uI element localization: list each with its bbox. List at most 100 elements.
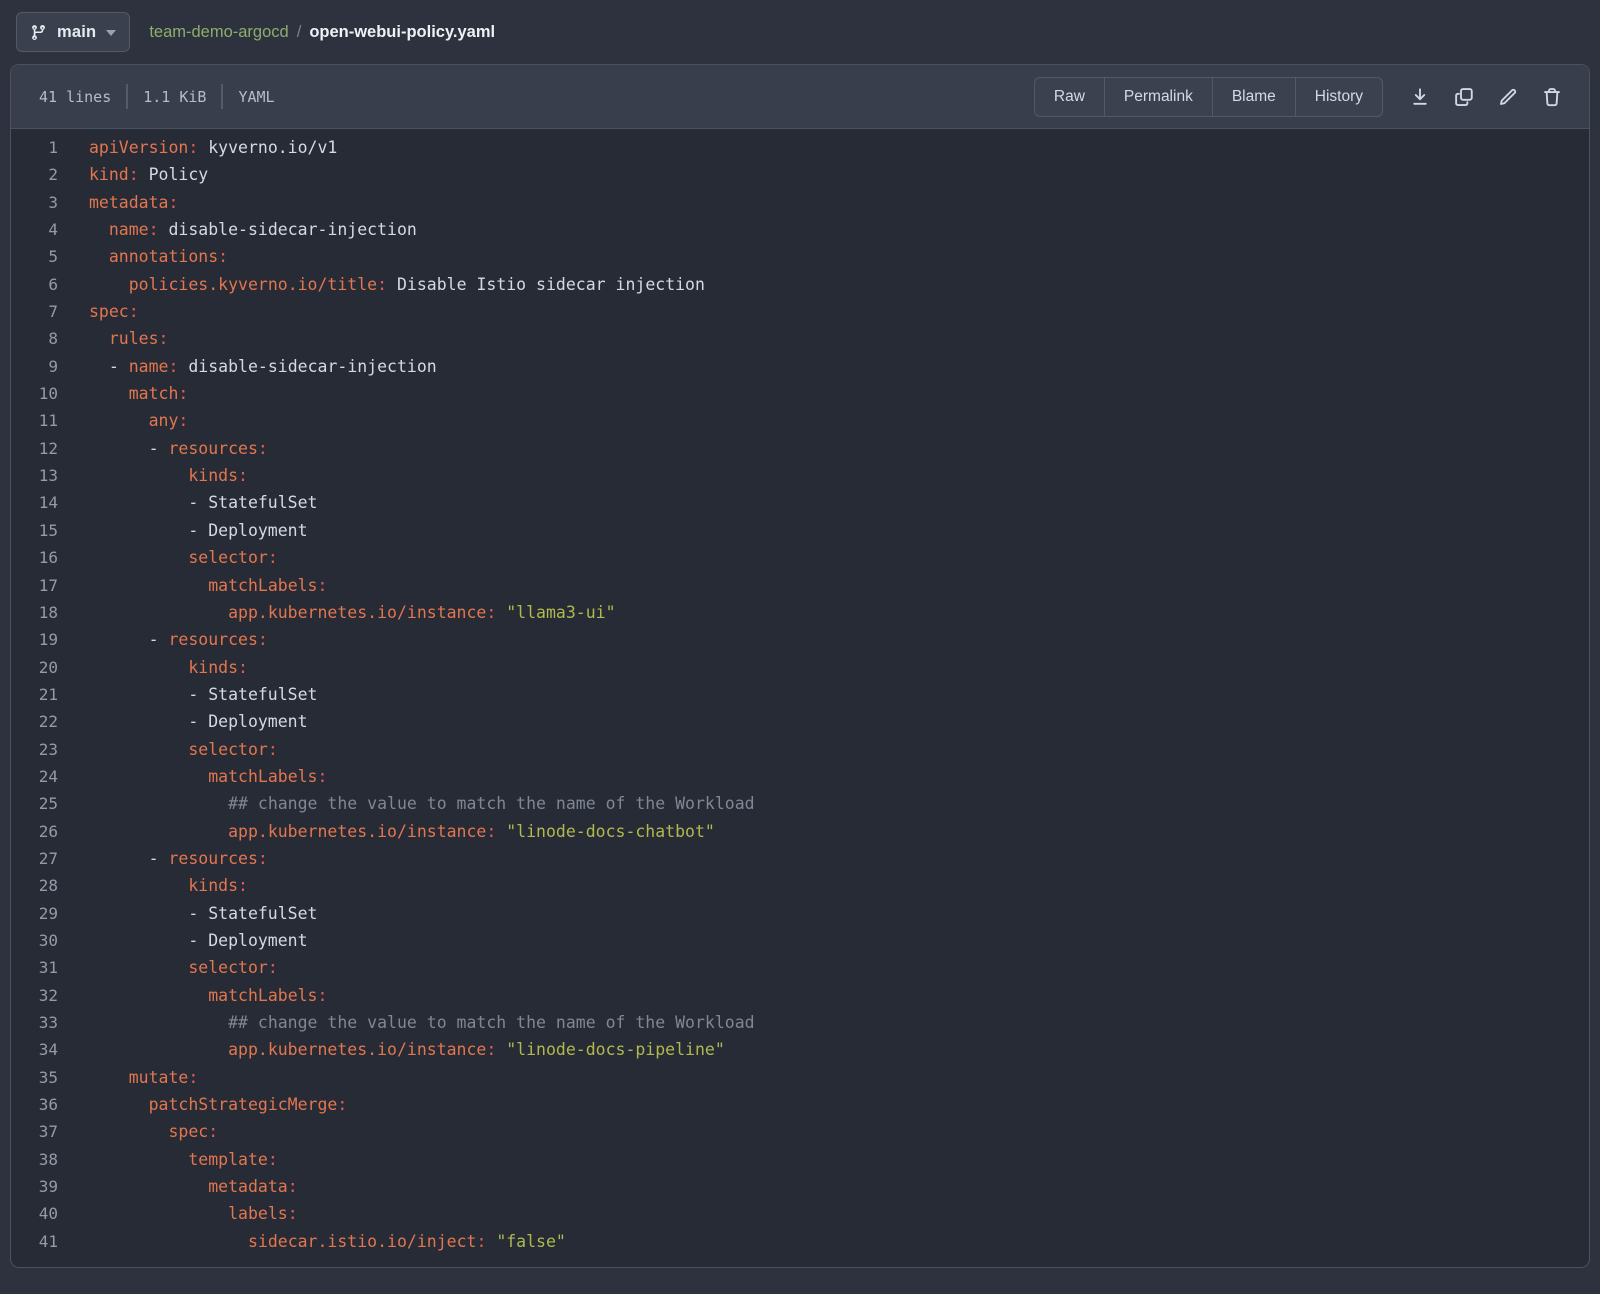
code-text: - Deployment	[58, 927, 308, 954]
history-button[interactable]: History	[1295, 77, 1383, 117]
file-header-bar: 41 lines 1.1 KiB YAML Raw Permalink Blam…	[11, 65, 1589, 129]
code-token-p: - Deployment	[89, 931, 308, 950]
line-number[interactable]: 24	[11, 763, 58, 790]
line-number[interactable]: 11	[11, 407, 58, 434]
line-number[interactable]: 23	[11, 736, 58, 763]
code-token-p	[486, 1232, 496, 1251]
line-number[interactable]: 12	[11, 435, 58, 462]
line-number[interactable]: 1	[11, 134, 58, 161]
line-number[interactable]: 4	[11, 216, 58, 243]
branch-selector-button[interactable]: main	[16, 12, 130, 52]
breadcrumb: team-demo-argocd / open-webui-policy.yam…	[149, 23, 495, 42]
delete-icon[interactable]	[1533, 78, 1571, 116]
code-line: 4 name: disable-sidecar-injection	[11, 216, 1589, 243]
code-token-k: policies.kyverno.io/title	[129, 275, 377, 294]
code-text: matchLabels:	[58, 572, 327, 599]
code-token-k: resources	[168, 439, 257, 458]
code-token-k: kinds	[188, 466, 238, 485]
permalink-button[interactable]: Permalink	[1104, 77, 1213, 117]
line-number[interactable]: 27	[11, 845, 58, 872]
breadcrumb-repo-link[interactable]: team-demo-argocd	[149, 23, 288, 42]
code-text: app.kubernetes.io/instance: "linode-docs…	[58, 1036, 725, 1063]
code-token-k: rules	[109, 329, 159, 348]
code-token-c: :	[486, 1040, 496, 1059]
copy-icon[interactable]	[1445, 78, 1483, 116]
line-number[interactable]: 2	[11, 161, 58, 188]
blame-button[interactable]: Blame	[1212, 77, 1296, 117]
line-number[interactable]: 21	[11, 681, 58, 708]
code-text: - resources:	[58, 435, 268, 462]
code-line: 30 - Deployment	[11, 927, 1589, 954]
line-number[interactable]: 14	[11, 489, 58, 516]
line-number[interactable]: 34	[11, 1036, 58, 1063]
line-number[interactable]: 9	[11, 353, 58, 380]
line-number[interactable]: 5	[11, 243, 58, 270]
code-token-c: :	[377, 275, 387, 294]
line-number[interactable]: 40	[11, 1200, 58, 1227]
file-language-badge: YAML	[238, 88, 274, 106]
code-line: 25 ## change the value to match the name…	[11, 790, 1589, 817]
code-token-p	[89, 1013, 228, 1032]
code-token-s: "false"	[496, 1232, 566, 1251]
code-token-p	[89, 958, 188, 977]
line-number[interactable]: 20	[11, 654, 58, 681]
download-icon[interactable]	[1401, 78, 1439, 116]
code-text: ## change the value to match the name of…	[58, 1009, 755, 1036]
code-token-p	[89, 1204, 228, 1223]
line-number[interactable]: 7	[11, 298, 58, 325]
line-number[interactable]: 6	[11, 271, 58, 298]
code-text: - name: disable-sidecar-injection	[58, 353, 437, 380]
line-number[interactable]: 30	[11, 927, 58, 954]
code-line: 39 metadata:	[11, 1173, 1589, 1200]
line-number[interactable]: 8	[11, 325, 58, 352]
breadcrumb-file-name: open-webui-policy.yaml	[309, 23, 495, 42]
code-text: matchLabels:	[58, 982, 327, 1009]
code-token-c: :	[288, 1204, 298, 1223]
line-number[interactable]: 38	[11, 1146, 58, 1173]
code-line: 19 - resources:	[11, 626, 1589, 653]
line-number[interactable]: 39	[11, 1173, 58, 1200]
line-number[interactable]: 3	[11, 189, 58, 216]
line-number[interactable]: 26	[11, 818, 58, 845]
divider	[221, 84, 223, 109]
line-number[interactable]: 41	[11, 1228, 58, 1255]
line-number[interactable]: 10	[11, 380, 58, 407]
code-text: labels:	[58, 1200, 298, 1227]
code-token-c: :	[208, 1122, 218, 1141]
code-token-c: :	[318, 986, 328, 1005]
code-token-c: :	[159, 329, 169, 348]
line-number[interactable]: 16	[11, 544, 58, 571]
line-number[interactable]: 28	[11, 872, 58, 899]
line-number[interactable]: 15	[11, 517, 58, 544]
line-number[interactable]: 29	[11, 900, 58, 927]
line-number[interactable]: 32	[11, 982, 58, 1009]
line-number[interactable]: 13	[11, 462, 58, 489]
line-number[interactable]: 35	[11, 1064, 58, 1091]
code-line: 6 policies.kyverno.io/title: Disable Ist…	[11, 271, 1589, 298]
code-view: 1apiVersion: kyverno.io/v12kind: Policy3…	[11, 129, 1589, 1255]
line-number[interactable]: 18	[11, 599, 58, 626]
code-line: 26 app.kubernetes.io/instance: "linode-d…	[11, 818, 1589, 845]
code-text: spec:	[58, 298, 139, 325]
file-info: 41 lines 1.1 KiB YAML	[39, 84, 275, 109]
code-token-k: matchLabels	[208, 576, 317, 595]
divider	[126, 84, 128, 109]
line-number[interactable]: 17	[11, 572, 58, 599]
code-token-p	[89, 794, 228, 813]
file-view-panel: 41 lines 1.1 KiB YAML Raw Permalink Blam…	[10, 64, 1590, 1268]
code-token-p: -	[89, 357, 129, 376]
code-line: 15 - Deployment	[11, 517, 1589, 544]
line-number[interactable]: 31	[11, 954, 58, 981]
edit-icon[interactable]	[1489, 78, 1527, 116]
code-text: match:	[58, 380, 188, 407]
line-number[interactable]: 19	[11, 626, 58, 653]
line-number[interactable]: 37	[11, 1118, 58, 1145]
line-number[interactable]: 25	[11, 790, 58, 817]
code-token-k: patchStrategicMerge	[149, 1095, 338, 1114]
code-token-p	[89, 1068, 129, 1087]
line-number[interactable]: 22	[11, 708, 58, 735]
line-number[interactable]: 36	[11, 1091, 58, 1118]
raw-button[interactable]: Raw	[1034, 77, 1105, 117]
line-number[interactable]: 33	[11, 1009, 58, 1036]
code-token-p	[89, 822, 228, 841]
